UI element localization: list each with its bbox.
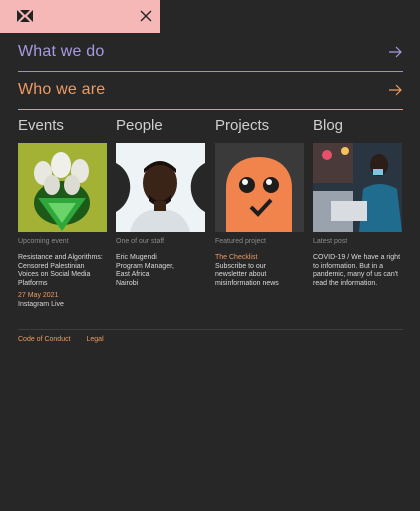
nav-what-we-do-label: What we do [18, 43, 105, 60]
project-line: newsletter about [215, 271, 267, 278]
project-thumbnail[interactable] [215, 143, 304, 232]
code-of-conduct-link[interactable]: Code of Conduct [18, 336, 71, 343]
event-title-line: Resistance and Algorithms: [18, 254, 103, 261]
staff-line: Program Manager, [116, 262, 174, 270]
nav-who-we-are-label: Who we are [18, 81, 106, 98]
blog-line: pandemic, many of us can't [313, 271, 398, 278]
arrow-right-icon [389, 46, 402, 58]
blog-heading[interactable]: Blog [313, 116, 403, 136]
event-title-line: Platforms [18, 279, 48, 287]
project-description[interactable]: The Checklist Subscribe to our newslette… [215, 254, 307, 288]
events-column: Events Upcoming event Resistance and Alg… [18, 116, 108, 308]
people-column: People One of our staff Eric Mugendi Pro… [116, 116, 206, 287]
blog-description[interactable]: COVID-19 / We have a right to informatio… [313, 254, 405, 288]
event-description[interactable]: Resistance and Algorithms: Censored Pale… [18, 254, 110, 288]
project-line: Subscribe to our [215, 262, 266, 270]
event-thumbnail[interactable] [18, 143, 107, 232]
nav-what-we-do[interactable]: What we do [18, 33, 403, 72]
event-date-block: 27 May 2021 Instagram Live [18, 292, 64, 309]
projects-kind: Featured project [215, 238, 266, 245]
blog-line: to information. But in a [313, 262, 384, 270]
blog-line: read the information. [313, 279, 378, 287]
footer-links: Code of Conduct Legal [18, 336, 118, 343]
event-title-line: Censored Palestinian [18, 262, 85, 270]
staff-line: Nairobi [116, 279, 139, 287]
event-date: 27 May 2021 [18, 292, 59, 299]
project-name: The Checklist [215, 254, 258, 261]
project-line: misinformation news [215, 279, 279, 287]
staff-line: East Africa [116, 271, 150, 278]
event-title-line: Voices on Social Media [18, 271, 91, 278]
events-heading[interactable]: Events [18, 116, 108, 136]
staff-line: Eric Mugendi [116, 254, 157, 261]
projects-column: Projects Featured project The Checklist … [215, 116, 305, 287]
logo-icon[interactable] [17, 10, 33, 22]
people-heading[interactable]: People [116, 116, 206, 136]
projects-heading[interactable]: Projects [215, 116, 305, 136]
menu-topbar [0, 0, 160, 33]
blog-line: COVID-19 / We have a right [313, 254, 401, 261]
staff-description[interactable]: Eric Mugendi Program Manager, East Afric… [116, 254, 208, 288]
blog-column: Blog Latest post COVID-19 / We have a ri… [313, 116, 403, 287]
people-kind: One of our staff [116, 238, 165, 245]
event-venue: Instagram Live [18, 300, 64, 308]
nav-who-we-are[interactable]: Who we are [18, 71, 403, 110]
footer-divider [18, 329, 403, 330]
staff-photo[interactable] [116, 143, 205, 232]
events-kind: Upcoming event [18, 238, 69, 245]
blog-thumbnail[interactable] [313, 143, 402, 232]
close-icon[interactable] [140, 10, 152, 22]
arrow-right-icon [389, 84, 402, 96]
blog-kind: Latest post [313, 238, 348, 245]
legal-link[interactable]: Legal [87, 336, 104, 343]
